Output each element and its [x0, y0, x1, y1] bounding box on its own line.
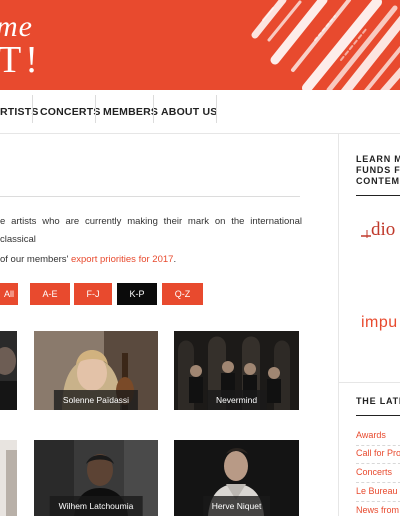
main-nav: RTISTS CONCERTS MEMBERS ABOUT US — [0, 90, 400, 134]
artist-tile[interactable]: Nevermind — [174, 331, 299, 410]
filter-k-p[interactable]: K-P — [117, 283, 157, 305]
content-divider — [0, 196, 300, 197]
intro-text: e artists who are currently making their… — [0, 216, 302, 245]
artist-tile-partial[interactable] — [0, 440, 17, 516]
export-prefix: of our members' — [0, 254, 71, 265]
artist-photo — [0, 440, 17, 516]
artist-name: Nevermind — [206, 390, 267, 410]
artist-tile[interactable]: Herve Niquet — [174, 440, 299, 516]
export-priorities-line: of our members' export priorities for 20… — [0, 254, 176, 265]
filter-q-z[interactable]: Q-Z — [162, 283, 203, 305]
export-suffix: . — [173, 254, 177, 265]
nav-divider — [32, 95, 33, 123]
partner-logo-impuls[interactable]: impu — [361, 314, 398, 332]
artist-tile[interactable]: Solenne Païdassi — [34, 331, 158, 410]
sidebar-link-call-for-projects[interactable]: Call for Pro — [356, 448, 400, 458]
artist-photo — [0, 331, 17, 410]
nav-divider — [95, 95, 96, 123]
link-separator — [356, 463, 400, 464]
nav-concerts[interactable]: CONCERTS — [40, 106, 101, 118]
artist-name: Wilhem Latchoumia — [49, 496, 143, 516]
link-separator — [356, 501, 400, 502]
heading-underline — [356, 415, 400, 416]
sidebar-link-le-bureau-export[interactable]: Le Bureau E — [356, 486, 400, 496]
sidebar-learn-heading-line-1: LEARN M — [356, 154, 400, 164]
sidebar-link-awards[interactable]: Awards — [356, 430, 386, 440]
sidebar: LEARN M FUNDS F CONTEM dio impu THE LATE… — [338, 134, 400, 516]
nav-divider — [153, 95, 154, 123]
heading-underline — [356, 195, 400, 196]
partner-logo-dio[interactable]: dio — [361, 219, 400, 249]
banner-texture — [251, 0, 400, 90]
link-separator — [356, 482, 400, 483]
sidebar-latest-heading: THE LATE — [356, 396, 400, 406]
sidebar-link-concerts[interactable]: Concerts — [356, 467, 392, 477]
partner-logo-text: dio — [371, 219, 396, 240]
site-logo-bottom[interactable]: T! — [0, 38, 42, 82]
filter-a-e[interactable]: A-E — [30, 283, 70, 305]
filter-f-j[interactable]: F-J — [74, 283, 112, 305]
sidebar-learn-heading-line-2: FUNDS F — [356, 165, 400, 175]
header-banner: me T! — [0, 0, 400, 90]
artist-tile[interactable]: Wilhem Latchoumia — [34, 440, 158, 516]
artist-tile-partial[interactable] — [0, 331, 17, 410]
nav-members[interactable]: MEMBERS — [103, 106, 158, 118]
sidebar-learn-heading-line-3: CONTEM — [356, 176, 400, 186]
nav-divider — [216, 95, 217, 123]
artist-name: Herve Niquet — [202, 496, 271, 516]
export-priorities-link[interactable]: export priorities for 2017 — [71, 254, 173, 265]
artist-name: Solenne Païdassi — [53, 390, 139, 410]
nav-about-us[interactable]: ABOUT US — [161, 106, 217, 118]
sidebar-divider — [339, 382, 400, 383]
link-separator — [356, 445, 400, 446]
filter-all[interactable]: All — [0, 283, 18, 305]
sidebar-link-news-from[interactable]: News from — [356, 505, 399, 515]
